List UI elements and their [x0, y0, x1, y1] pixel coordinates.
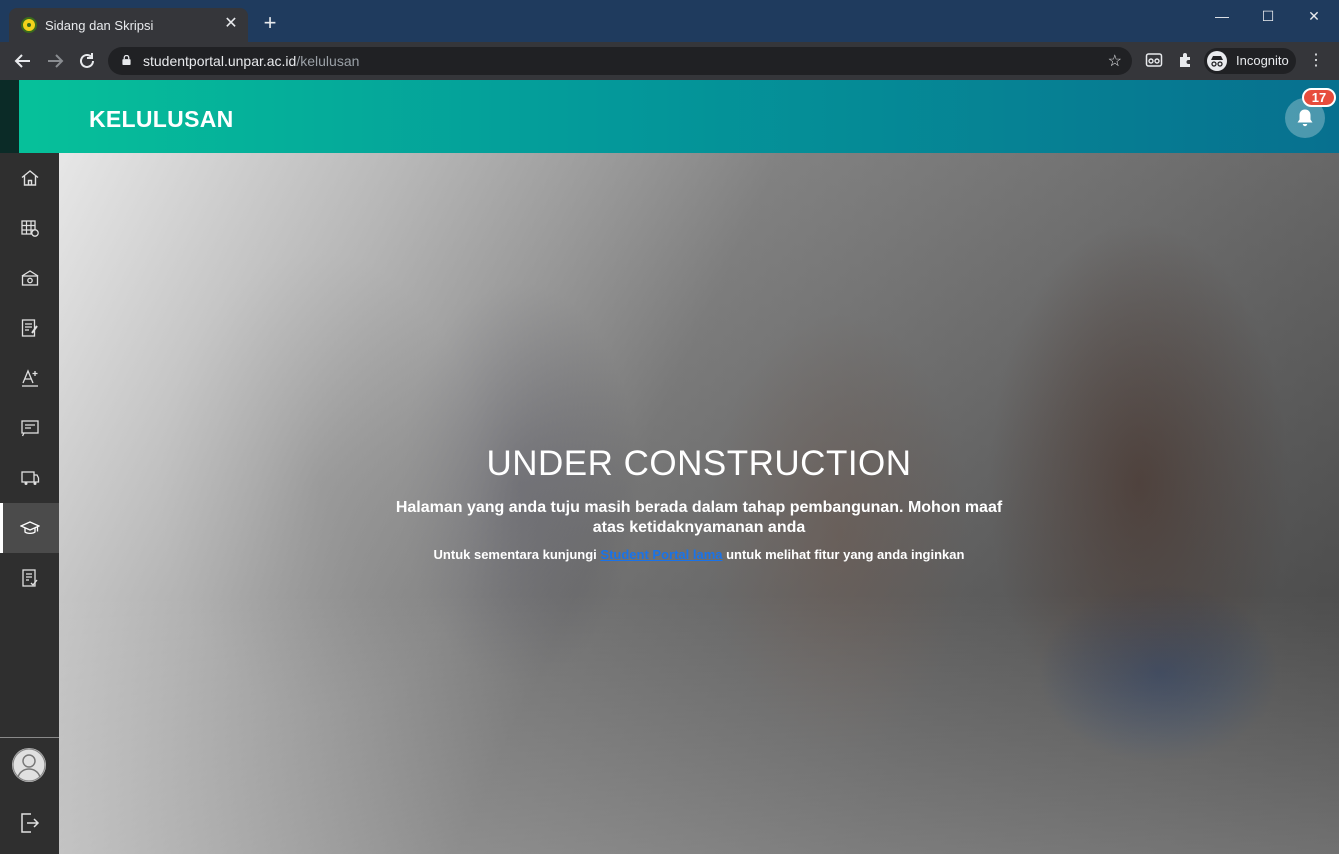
finance-icon	[21, 270, 39, 286]
sidebar	[0, 153, 59, 854]
sidebar-item-schedule[interactable]	[0, 203, 59, 253]
notification-count-badge: 17	[1302, 88, 1336, 107]
sidebar-item-checklist[interactable]	[0, 553, 59, 603]
browser-toolbar: studentportal.unpar.ac.id/kelulusan ☆ In…	[0, 42, 1339, 80]
incognito-label: Incognito	[1236, 53, 1289, 68]
old-portal-hint: Untuk sementara kunjungi Student Portal …	[433, 547, 965, 562]
sidebar-item-presentation[interactable]	[0, 403, 59, 453]
hero-bottom-gradient	[59, 594, 1339, 854]
graduation-cap-icon	[20, 521, 40, 534]
incognito-profile-button[interactable]: Incognito	[1204, 48, 1296, 74]
sidebar-item-internship[interactable]	[0, 453, 59, 503]
tab-title: Sidang dan Skripsi	[45, 18, 154, 33]
new-tab-button[interactable]: +	[259, 12, 281, 35]
bell-icon	[1297, 109, 1313, 127]
maximize-button[interactable]: ☐	[1245, 6, 1291, 26]
internship-icon	[21, 471, 40, 485]
url-text: studentportal.unpar.ac.id/kelulusan	[143, 53, 360, 69]
bookmark-star-icon[interactable]: ☆	[1108, 51, 1122, 71]
sidebar-item-home[interactable]	[0, 153, 59, 203]
tab-close-icon[interactable]: ✕	[222, 15, 240, 33]
forward-arrow-icon	[48, 54, 64, 68]
lock-icon	[122, 55, 131, 65]
sidebar-item-grades[interactable]	[0, 303, 59, 353]
header-accent-strip	[0, 80, 19, 153]
browser-tab[interactable]: Sidang dan Skripsi ✕	[9, 8, 248, 42]
under-construction-message: Halaman yang anda tuju masih berada dala…	[395, 499, 1003, 536]
old-portal-link[interactable]: Student Portal lama	[600, 547, 722, 562]
page-header: KELULUSAN 17	[0, 80, 1339, 153]
address-bar[interactable]: studentportal.unpar.ac.id/kelulusan ☆	[108, 47, 1132, 75]
incognito-icon	[1207, 51, 1227, 71]
under-construction-title: UNDER CONSTRUCTION	[486, 444, 912, 483]
sidebar-item-exam[interactable]	[0, 353, 59, 403]
web-page: KELULUSAN 17 UNDER CONSTRUCTION Halaman …	[0, 80, 1339, 854]
reader-extension-icon[interactable]	[1144, 51, 1164, 71]
checklist-icon	[22, 569, 38, 587]
reload-button[interactable]	[76, 50, 98, 72]
logout-button[interactable]	[20, 812, 40, 839]
sidebar-item-graduation[interactable]	[0, 503, 59, 553]
sidebar-item-finance[interactable]	[0, 253, 59, 303]
grades-icon	[21, 319, 38, 337]
home-icon	[21, 170, 39, 186]
user-icon	[12, 748, 46, 782]
forward-button[interactable]	[44, 50, 66, 72]
browser-menu-icon[interactable]: ⋮	[1308, 51, 1324, 71]
logout-icon	[21, 813, 40, 833]
page-title: KELULUSAN	[89, 106, 234, 132]
sidebar-divider	[0, 737, 59, 738]
exam-icon	[22, 369, 38, 387]
reload-icon	[80, 53, 94, 68]
presentation-icon	[21, 420, 39, 437]
extensions-puzzle-icon[interactable]	[1176, 51, 1196, 71]
close-window-button[interactable]: ✕	[1291, 6, 1337, 26]
back-arrow-icon	[14, 54, 30, 68]
user-avatar[interactable]	[12, 748, 46, 782]
title-bar: Sidang dan Skripsi ✕ + — ☐ ✕	[0, 0, 1339, 42]
browser-window: Sidang dan Skripsi ✕ + — ☐ ✕ studentport…	[0, 0, 1339, 854]
minimize-button[interactable]: —	[1199, 6, 1245, 26]
back-button[interactable]	[12, 50, 34, 72]
schedule-icon	[21, 220, 39, 237]
unpar-favicon-icon	[21, 17, 37, 33]
